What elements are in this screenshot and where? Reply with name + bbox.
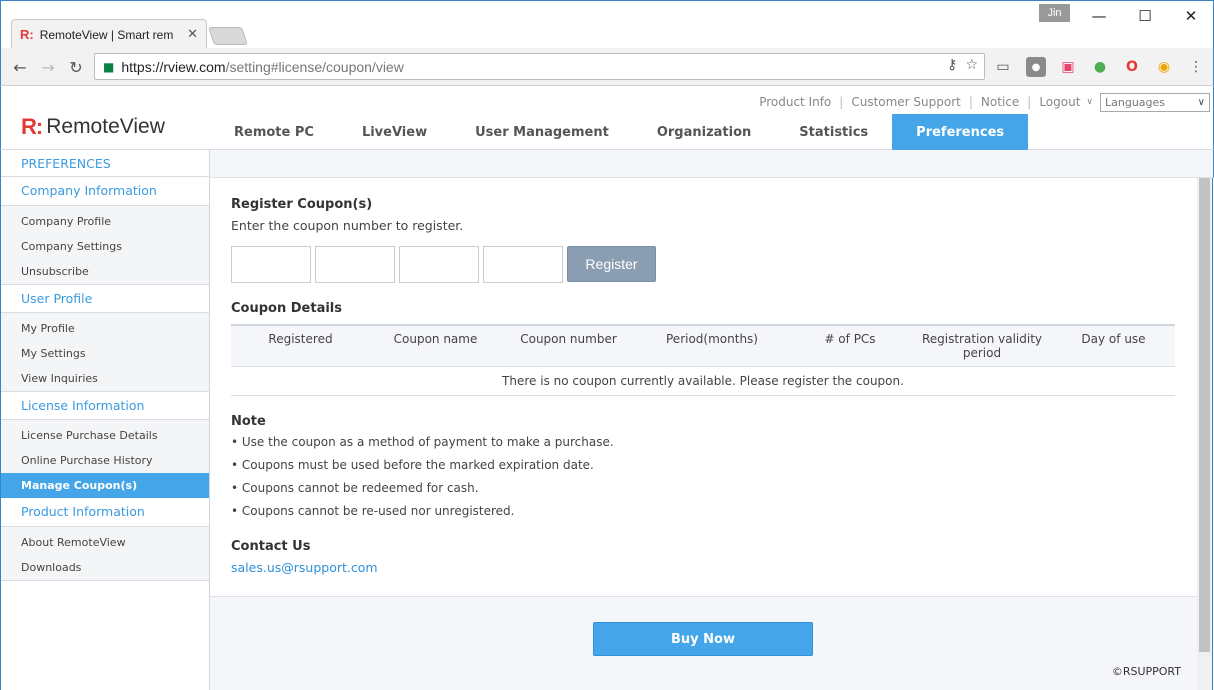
tab-statistics[interactable]: Statistics [775,114,892,150]
bookmark-star-icon[interactable]: ☆ [965,57,978,73]
sidebar-item-downloads[interactable]: Downloads [1,555,209,580]
register-coupons-title: Register Coupon(s) [231,197,373,212]
column-number-of-pcs: # of PCs [824,332,876,346]
register-description: Enter the coupon number to register. [231,218,464,233]
opera-icon[interactable]: O [1122,57,1142,77]
column-day-of-use: Day of use [1081,332,1146,346]
sidebar-item-view-inquiries[interactable]: View Inquiries [1,366,209,391]
coupon-table: Registered Coupon name Coupon number Per… [231,324,1175,396]
tab-user-management[interactable]: User Management [451,114,633,150]
sidebar-item-online-purchase-history[interactable]: Online Purchase History [1,448,209,473]
address-bar[interactable]: ■ https://rview.com/setting#license/coup… [94,53,985,80]
logo-mark-icon: R: [21,114,43,139]
language-select[interactable]: Languages ∨ [1100,93,1210,112]
sidebar-item-my-settings[interactable]: My Settings [1,341,209,366]
scrollbar-thumb[interactable] [1199,178,1210,652]
main-nav: Remote PC LiveView User Management Organ… [210,114,1029,150]
coupon-content: Register Coupon(s) Enter the coupon numb… [210,178,1197,596]
column-coupon-name: Coupon name [393,332,478,346]
sidebar-item-unsubscribe[interactable]: Unsubscribe [1,259,209,284]
lock-icon: ■ [103,59,115,74]
content-top-strip [210,150,1214,178]
column-period: Period(months) [666,332,758,346]
top-links: Product Info | Customer Support | Notice… [759,95,1093,109]
contact-email-link[interactable]: sales.us@rsupport.com [231,560,378,575]
sidebar-item-company-settings[interactable]: Company Settings [1,234,209,259]
note-item: • Coupons cannot be redeemed for cash. [231,481,479,495]
app-header: R: RemoteView Product Info | Customer Su… [0,86,1214,150]
extension-green-icon[interactable]: ● [1090,57,1110,77]
close-tab-icon[interactable]: ✕ [187,27,198,42]
sidebar-title: PREFERENCES [1,150,209,177]
coupon-input-1[interactable] [231,246,311,283]
sidebar-item-license-purchase-details[interactable]: License Purchase Details [1,423,209,448]
coupon-input-3[interactable] [399,246,479,283]
note-list: • Use the coupon as a method of payment … [231,434,614,526]
remoteview-favicon-icon: R: [20,27,34,42]
extension-color-icon[interactable]: ◉ [1154,57,1174,77]
sidebar: PREFERENCES Company Information Company … [0,150,210,690]
tab-title: RemoteView | Smart rem [39,27,174,42]
browser-tab[interactable]: R: RemoteView | Smart rem ✕ [11,19,207,49]
register-button[interactable]: Register [567,246,656,282]
tab-organization[interactable]: Organization [633,114,775,150]
product-info-link[interactable]: Product Info [759,95,831,109]
url-text: https://rview.com/setting#license/coupon… [121,58,404,75]
column-registered: Registered [268,332,333,346]
extension-pink-icon[interactable]: ▣ [1058,57,1078,77]
coupon-input-2[interactable] [315,246,395,283]
note-item: • Coupons must be used before the marked… [231,458,594,472]
browser-toolbar: ← → ↻ ■ https://rview.com/setting#licens… [0,48,1214,86]
scrollbar[interactable] [1197,178,1213,690]
column-coupon-number: Coupon number [520,332,617,346]
sidebar-section-product-information[interactable]: Product Information [1,498,209,527]
coupon-input-4[interactable] [483,246,563,283]
sidebar-section-company-information[interactable]: Company Information [1,177,209,206]
note-item: • Use the coupon as a method of payment … [231,435,614,449]
sidebar-item-manage-coupons[interactable]: Manage Coupon(s) [1,473,209,498]
logout-link[interactable]: Logout [1039,95,1080,109]
content-footer: Buy Now ©RSUPPORT [210,596,1197,690]
coupon-details-title: Coupon Details [231,301,342,316]
menu-kebab-icon[interactable]: ⋮ [1186,57,1206,77]
maximize-icon[interactable]: ☐ [1122,1,1168,31]
sidebar-section-user-profile[interactable]: User Profile [1,284,209,313]
close-window-icon[interactable]: ✕ [1168,1,1214,31]
remoteview-logo[interactable]: R: RemoteView [21,114,165,140]
note-title: Note [231,414,266,429]
profile-badge[interactable]: Jin [1039,4,1070,22]
new-tab-button[interactable] [208,27,248,45]
notice-link[interactable]: Notice [981,95,1019,109]
contact-us-title: Contact Us [231,539,311,554]
logo-text: RemoteView [46,115,165,138]
buy-now-button[interactable]: Buy Now [593,622,813,656]
tab-remote-pc[interactable]: Remote PC [210,114,338,150]
table-header: Registered Coupon name Coupon number Per… [231,324,1175,367]
browser-titlebar: R: RemoteView | Smart rem ✕ Jin — ☐ ✕ [0,0,1214,49]
cast-icon[interactable]: ▭ [993,57,1013,77]
sidebar-section-license-information[interactable]: License Information [1,391,209,420]
logout-chevron-down-icon[interactable]: ∨ [1086,97,1093,107]
chevron-down-icon: ∨ [1197,97,1205,108]
tab-preferences[interactable]: Preferences [892,114,1029,150]
copyright: ©RSUPPORT [1111,665,1181,678]
forward-arrow-icon[interactable]: → [37,56,59,78]
minimize-icon[interactable]: — [1076,1,1122,31]
tab-liveview[interactable]: LiveView [338,114,451,150]
column-registration-validity-period: Registration validity period [921,332,1043,360]
extension-gray-icon[interactable]: ● [1026,57,1046,77]
sidebar-item-company-profile[interactable]: Company Profile [1,209,209,234]
note-item: • Coupons cannot be re-used nor unregist… [231,504,515,518]
key-icon[interactable]: ⚷ [947,57,957,73]
back-arrow-icon[interactable]: ← [9,56,31,78]
reload-icon[interactable]: ↻ [65,56,87,78]
sidebar-item-about-remoteview[interactable]: About RemoteView [1,530,209,555]
customer-support-link[interactable]: Customer Support [851,95,961,109]
sidebar-item-my-profile[interactable]: My Profile [1,316,209,341]
table-empty-message: There is no coupon currently available. … [231,367,1175,396]
